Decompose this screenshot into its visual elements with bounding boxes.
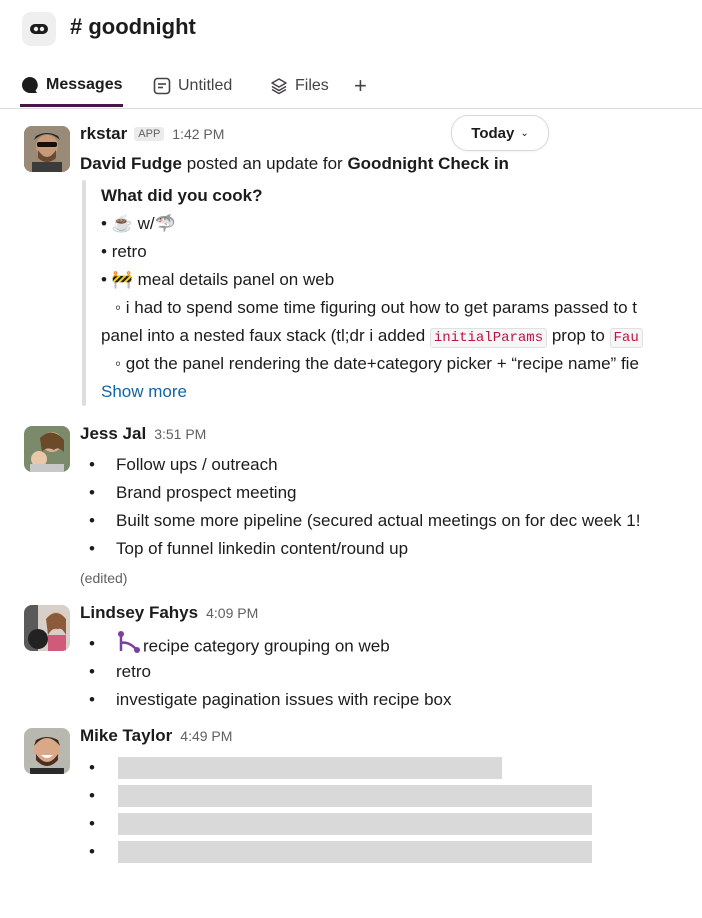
tab-messages[interactable]: Messages [20,66,123,107]
list-item: • [89,511,95,530]
construction-icon: 🚧 [111,270,133,289]
plus-icon: + [354,73,367,98]
list-item: • [89,455,95,474]
list-item-continued: panel into a nested faux stack (tl;dr i … [101,323,702,349]
list-item: • [89,483,95,502]
tab-label: Messages [46,76,123,93]
list-item-text: investigate pagination issues with recip… [116,690,452,709]
list-item-text: retro [116,662,151,681]
question-title: What did you cook? [101,186,263,205]
canvas-icon [152,76,172,96]
quote-bar [82,180,86,406]
tab-label: Files [295,77,329,94]
list-item: • [89,690,95,709]
message-header: rkstar APP 1:42 PM [80,124,224,148]
channel-title[interactable]: # goodnight [70,14,196,40]
update-intro: David Fudge posted an update for Goodnig… [80,151,509,177]
message-header: Mike Taylor 4:49 PM [80,726,232,750]
avatar[interactable] [24,426,70,472]
message-header: Jess Jal 3:51 PM [80,424,206,448]
timestamp[interactable]: 3:51 PM [154,426,206,442]
message-header: Lindsey Fahys 4:09 PM [80,603,258,627]
timestamp[interactable]: 1:42 PM [172,126,224,142]
author-name[interactable]: rkstar [80,124,127,144]
tab-untitled[interactable]: Untitled [152,66,232,106]
list-item: • [89,662,95,681]
workflow-name[interactable]: Goodnight Check in [347,154,509,173]
list-item-text: Brand prospect meeting [116,483,297,502]
list-item: • [89,814,95,833]
intro-text: posted an update for [186,154,343,173]
inline-code: Fau [609,328,643,348]
channel-tabs: Messages Untitled Files + [0,66,702,109]
redacted-text [118,841,592,863]
tab-files[interactable]: Files [269,66,329,106]
show-more-link[interactable]: Show more [101,379,187,405]
inline-code: initialParams [429,328,548,348]
avatar[interactable] [24,605,70,651]
list-item-text: Built some more pipeline (secured actual… [116,511,641,530]
timestamp[interactable]: 4:09 PM [206,605,258,621]
list-item: • [89,842,95,861]
huddle-icon[interactable] [22,12,56,46]
author-name[interactable]: Jess Jal [80,424,146,444]
poster-name[interactable]: David Fudge [80,154,182,173]
author-name[interactable]: Mike Taylor [80,726,172,746]
avatar[interactable] [24,728,70,774]
list-item: • [89,634,95,653]
list-item-text: Top of funnel linkedin content/round up [116,539,409,558]
timestamp[interactable]: 4:49 PM [180,728,232,744]
list-item: • [89,539,95,558]
list-item: • retro [101,242,147,261]
author-name[interactable]: Lindsey Fahys [80,603,198,623]
list-item: • 🚧 meal details panel on web [101,270,335,289]
coffee-icon: ☕ [111,214,133,233]
list-item: • [89,758,95,777]
channel-header: # goodnight [0,0,702,58]
list-item: • ☕ w/🦈 [101,214,176,233]
list-item: • [89,786,95,805]
list-item-text: recipe category grouping on web [116,631,390,657]
redacted-text [118,813,592,835]
list-item-text: Follow ups / outreach [116,455,278,474]
avatar[interactable] [24,126,70,172]
message-icon [20,75,40,95]
files-stack-icon [269,76,289,96]
tab-label: Untitled [178,77,233,94]
shark-icon: 🦈 [154,214,176,233]
app-badge: APP [134,127,165,141]
redacted-text [118,785,592,807]
redacted-text [118,757,502,779]
add-tab-button[interactable]: + [354,66,367,106]
list-item: ◦ i had to spend some time figuring out … [115,298,637,317]
edited-label: (edited) [80,570,128,586]
list-item: ◦ got the panel rendering the date+categ… [115,354,639,373]
